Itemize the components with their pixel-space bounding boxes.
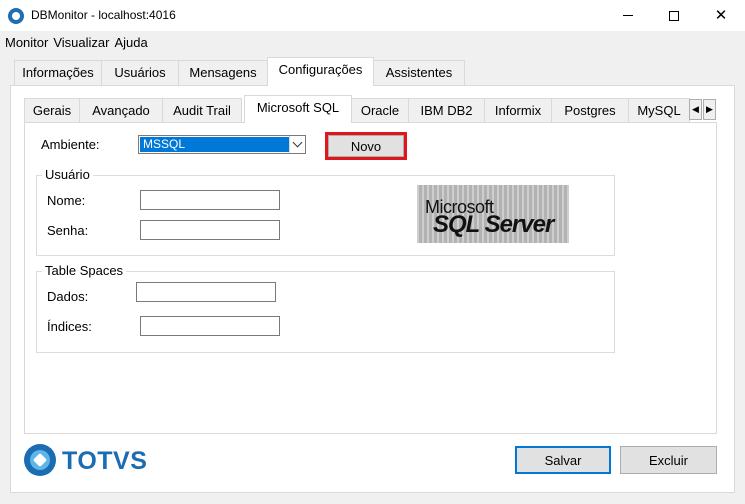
dados-label: Dados: xyxy=(47,289,89,304)
table-spaces-group-title: Table Spaces xyxy=(42,263,127,278)
excluir-button[interactable]: Excluir xyxy=(620,446,717,474)
tab-audit-trail[interactable]: Audit Trail xyxy=(162,98,242,122)
indices-label: Índices: xyxy=(47,319,92,334)
senha-label: Senha: xyxy=(47,223,89,238)
tab-assistentes[interactable]: Assistentes xyxy=(373,60,465,85)
menu-monitor[interactable]: Monitor xyxy=(5,35,48,50)
maximize-icon xyxy=(669,10,679,21)
triangle-right-icon: ▶ xyxy=(706,104,713,114)
chevron-down-icon xyxy=(292,137,303,148)
ambiente-select[interactable]: MSSQL xyxy=(138,135,306,154)
tab-scroll-right-button[interactable]: ▶ xyxy=(703,99,716,120)
usuario-group-title: Usuário xyxy=(42,167,93,182)
window-title: DBMonitor - localhost:4016 xyxy=(31,8,176,22)
menu-bar: Monitor Visualizar Ajuda xyxy=(0,31,745,53)
tab-postgres[interactable]: Postgres xyxy=(551,98,629,122)
tab-scroll-left-button[interactable]: ◀ xyxy=(689,99,702,120)
tab-microsoft-sql[interactable]: Microsoft SQL xyxy=(244,95,352,123)
tab-mensagens[interactable]: Mensagens xyxy=(178,60,268,85)
tab-usuarios[interactable]: Usuários xyxy=(101,60,179,85)
tab-oracle[interactable]: Oracle xyxy=(351,98,409,122)
close-button[interactable]: ✕ xyxy=(698,0,744,31)
minimize-icon xyxy=(623,15,633,16)
tab-informacoes[interactable]: Informações xyxy=(14,60,102,85)
menu-visualizar[interactable]: Visualizar xyxy=(53,35,109,50)
indices-input[interactable] xyxy=(140,316,280,336)
salvar-button[interactable]: Salvar xyxy=(515,446,611,474)
nome-input[interactable] xyxy=(140,190,280,210)
tab-configuracoes[interactable]: Configurações xyxy=(267,57,374,86)
dados-input[interactable] xyxy=(136,282,276,302)
table-spaces-group xyxy=(36,271,615,353)
dropdown-arrow[interactable] xyxy=(289,136,305,153)
totvs-logo-text: TOTVS xyxy=(62,447,148,475)
tab-mysql[interactable]: MySQL xyxy=(628,98,690,122)
senha-input[interactable] xyxy=(140,220,280,240)
menu-ajuda[interactable]: Ajuda xyxy=(114,35,147,50)
close-icon: ✕ xyxy=(714,7,728,24)
ambiente-selected-value: MSSQL xyxy=(140,137,289,152)
ambiente-label: Ambiente: xyxy=(41,137,100,152)
tab-ibm-db2[interactable]: IBM DB2 xyxy=(408,98,485,122)
novo-button[interactable]: Novo xyxy=(325,132,407,160)
maximize-button[interactable] xyxy=(651,0,697,31)
minimize-button[interactable] xyxy=(605,0,651,31)
tab-gerais[interactable]: Gerais xyxy=(24,98,80,122)
sql-server-logo: Microsoft SQL Server xyxy=(417,185,569,243)
tab-informix[interactable]: Informix xyxy=(484,98,552,122)
sql-logo-sqlserver: SQL Server xyxy=(433,211,554,238)
app-icon xyxy=(8,8,24,24)
triangle-left-icon: ◀ xyxy=(692,104,699,114)
totvs-logo-icon xyxy=(24,444,56,476)
tab-avancado[interactable]: Avançado xyxy=(79,98,163,122)
nome-label: Nome: xyxy=(47,193,86,208)
